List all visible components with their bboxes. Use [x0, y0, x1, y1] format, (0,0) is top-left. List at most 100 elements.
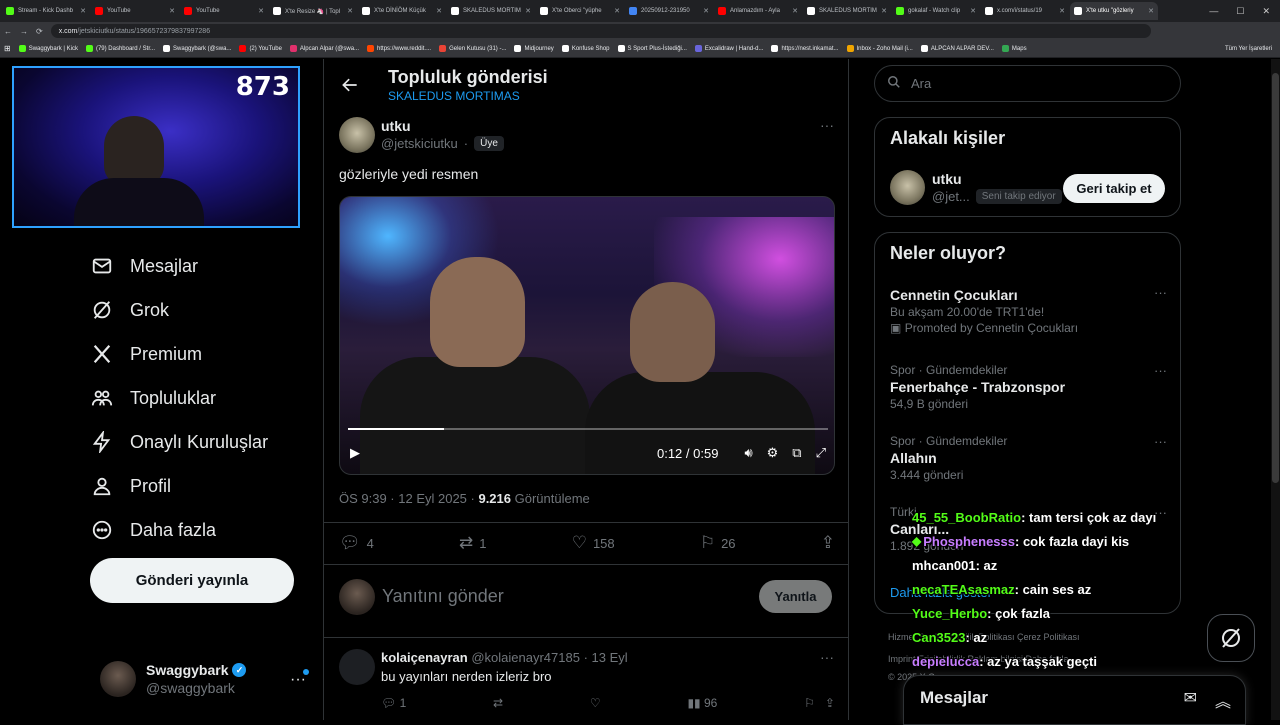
forward-icon[interactable]: →: [20, 27, 28, 36]
tab-close-icon[interactable]: ✕: [169, 7, 175, 15]
maximize-icon[interactable]: ☐: [1236, 6, 1244, 17]
bookmark-item[interactable]: Swaggybark (@swa...: [162, 45, 231, 52]
tab-close-icon[interactable]: ✕: [525, 7, 531, 15]
chat-username[interactable]: Can3523: [912, 630, 965, 645]
apps-icon[interactable]: ⊞: [4, 44, 11, 53]
close-icon[interactable]: ✕: [1262, 6, 1270, 17]
comment-handle[interactable]: @kolaienayr47185: [471, 650, 580, 665]
author-name[interactable]: utku: [381, 118, 411, 134]
sidebar-item-topluluklar[interactable]: Topluluklar: [90, 376, 268, 420]
comment-author[interactable]: kolaiçenayran: [381, 650, 468, 665]
trend-item[interactable]: Cennetin Çocukları Bu akşam 20.00'de TRT1…: [890, 285, 1167, 335]
chat-username[interactable]: necaTEAsasmaz: [912, 582, 1015, 597]
post-button[interactable]: Gönderi yayınla: [90, 558, 294, 603]
author-handle[interactable]: @jetskiciutku: [381, 136, 458, 151]
browser-tab[interactable]: SKALEDUS MORTIM ✕: [803, 2, 891, 20]
chat-username[interactable]: Phosphenesss: [923, 534, 1015, 549]
reply-input[interactable]: Yanıtını gönder: [382, 586, 504, 607]
comment-like-button[interactable]: ♡: [590, 696, 601, 710]
bookmark-button[interactable]: ⚐ 26: [700, 533, 736, 553]
browser-tab[interactable]: x.com/i/status/19 ✕: [981, 2, 1069, 20]
bookmark-item[interactable]: Inbox - Zoho Mail (i...: [846, 45, 913, 52]
sidebar-item-mesajlar[interactable]: Mesajlar: [90, 244, 268, 288]
volume-icon[interactable]: 🔊︎: [744, 445, 752, 461]
video-progress-bar[interactable]: [348, 428, 828, 430]
repost-button[interactable]: ⇄ 1: [459, 533, 486, 553]
account-switcher[interactable]: Swaggybark ✓ @swaggybark: [100, 661, 247, 697]
search-input[interactable]: Ara: [874, 65, 1181, 102]
settings-icon[interactable]: ⚙: [767, 445, 779, 461]
browser-tab[interactable]: SKALEDUS MORTIM ✕: [447, 2, 535, 20]
browser-tab[interactable]: X'te Resize 🦄 | Topl ✕: [269, 2, 357, 20]
tab-close-icon[interactable]: ✕: [1059, 7, 1065, 15]
bookmark-item[interactable]: ALPCAN ALPAR DEV...: [920, 45, 994, 52]
comment-bookmark-button[interactable]: ⚐ ⇪: [804, 696, 835, 710]
scrollbar[interactable]: [1272, 73, 1279, 483]
browser-tab[interactable]: X'te DİNİÖM Küçük ✕: [358, 2, 446, 20]
post-more-icon[interactable]: ···: [820, 117, 834, 133]
browser-tab[interactable]: 20250912-231950 ✕: [625, 2, 713, 20]
chat-username[interactable]: 45_55_BoobRatio: [912, 510, 1021, 525]
minimize-icon[interactable]: —: [1209, 6, 1218, 16]
related-name[interactable]: utku: [932, 171, 962, 187]
tab-close-icon[interactable]: ✕: [614, 7, 620, 15]
comment-views[interactable]: ▮▮ 96: [687, 696, 717, 710]
url-field[interactable]: x.com/jetskiciutku/status/19665723798379…: [50, 24, 1151, 38]
comment-more-icon[interactable]: ···: [820, 649, 834, 665]
pip-icon[interactable]: ⧉: [792, 445, 801, 461]
chat-username[interactable]: mhcan001: [912, 558, 976, 573]
trend-item[interactable]: Spor · Gündemdekiler Fenerbahçe - Trabzon…: [890, 363, 1167, 411]
grok-button[interactable]: [1207, 614, 1255, 662]
back-arrow-icon[interactable]: [340, 75, 360, 100]
bookmark-item[interactable]: Alpcan Alpar (@swa...: [289, 45, 359, 52]
tab-close-icon[interactable]: ✕: [703, 7, 709, 15]
community-link[interactable]: SKALEDUS MORTIMAS: [388, 89, 520, 103]
bookmark-item[interactable]: S Sport Plus-İstediği...: [617, 45, 687, 52]
bookmark-item[interactable]: (79) Dashboard / Str...: [85, 45, 155, 52]
trend-more-icon[interactable]: ···: [1154, 434, 1167, 449]
expand-icon[interactable]: ︽: [1215, 688, 1231, 712]
post-timestamp[interactable]: ÖS 9:39 · 12 Eyl 2025 ·: [339, 491, 478, 506]
bookmark-item[interactable]: Maps: [1001, 45, 1027, 52]
share-button[interactable]: ⇪: [821, 533, 835, 553]
trend-item[interactable]: Spor · Gündemdekiler Allahın 3.444 gönderi…: [890, 434, 1167, 482]
trend-more-icon[interactable]: ···: [1154, 285, 1167, 300]
tab-close-icon[interactable]: ✕: [80, 7, 86, 15]
bookmark-item[interactable]: https://www.reddit....: [367, 45, 431, 52]
tab-close-icon[interactable]: ✕: [436, 7, 442, 15]
bookmark-item[interactable]: Swaggybark | Kick: [18, 45, 78, 52]
play-icon[interactable]: ▶: [350, 445, 360, 461]
browser-tab[interactable]: X'te Oberci "yüphe ✕: [536, 2, 624, 20]
browser-tab[interactable]: YouTube ✕: [180, 2, 268, 20]
chat-username[interactable]: depielucca: [912, 654, 979, 669]
tab-close-icon[interactable]: ✕: [347, 7, 353, 15]
browser-tab[interactable]: X'te utku "gözleriy ✕: [1070, 2, 1158, 20]
messages-drawer[interactable]: Mesajlar ✉ ︽: [903, 675, 1246, 725]
reply-button[interactable]: 💬︎ 4: [339, 533, 374, 553]
bookmark-item[interactable]: Gelen Kutusu (31) -...: [439, 45, 506, 52]
browser-tab[interactable]: Stream - Kick Dashb ✕: [2, 2, 90, 20]
like-button[interactable]: ♡ 158: [572, 533, 615, 553]
tab-close-icon[interactable]: ✕: [881, 7, 887, 15]
sidebar-item-grok[interactable]: Grok: [90, 288, 268, 332]
bookmark-item[interactable]: Konfuse Shop: [561, 45, 610, 52]
comment-reply-button[interactable]: 💬︎ 1: [381, 696, 406, 710]
tab-close-icon[interactable]: ✕: [792, 7, 798, 15]
tab-close-icon[interactable]: ✕: [970, 7, 976, 15]
sidebar-item-profil[interactable]: Profil: [90, 464, 268, 508]
tab-close-icon[interactable]: ✕: [1148, 7, 1154, 15]
trend-more-icon[interactable]: ···: [1154, 363, 1167, 378]
sidebar-item-onaylı-kuruluşlar[interactable]: Onaylı Kuruluşlar: [90, 420, 268, 464]
browser-tab[interactable]: gokalaf - Watch clip ✕: [892, 2, 980, 20]
chat-username[interactable]: Yuce_Herbo: [912, 606, 987, 621]
browser-tab[interactable]: YouTube ✕: [91, 2, 179, 20]
reply-submit-button[interactable]: Yanıtla: [759, 580, 832, 613]
bookmark-item[interactable]: https://nest.inkamat...: [771, 45, 839, 52]
reload-icon[interactable]: ⟳: [36, 27, 43, 36]
comment-repost-button[interactable]: ⇄: [493, 696, 503, 710]
new-message-icon[interactable]: ✉: [1184, 688, 1197, 712]
related-avatar[interactable]: [890, 170, 925, 205]
related-handle[interactable]: @jet...: [932, 189, 970, 204]
video-player[interactable]: ▶ 0:12 / 0:59 🔊︎ ⚙ ⧉ ⤢: [339, 196, 835, 475]
back-icon[interactable]: ←: [4, 27, 12, 36]
